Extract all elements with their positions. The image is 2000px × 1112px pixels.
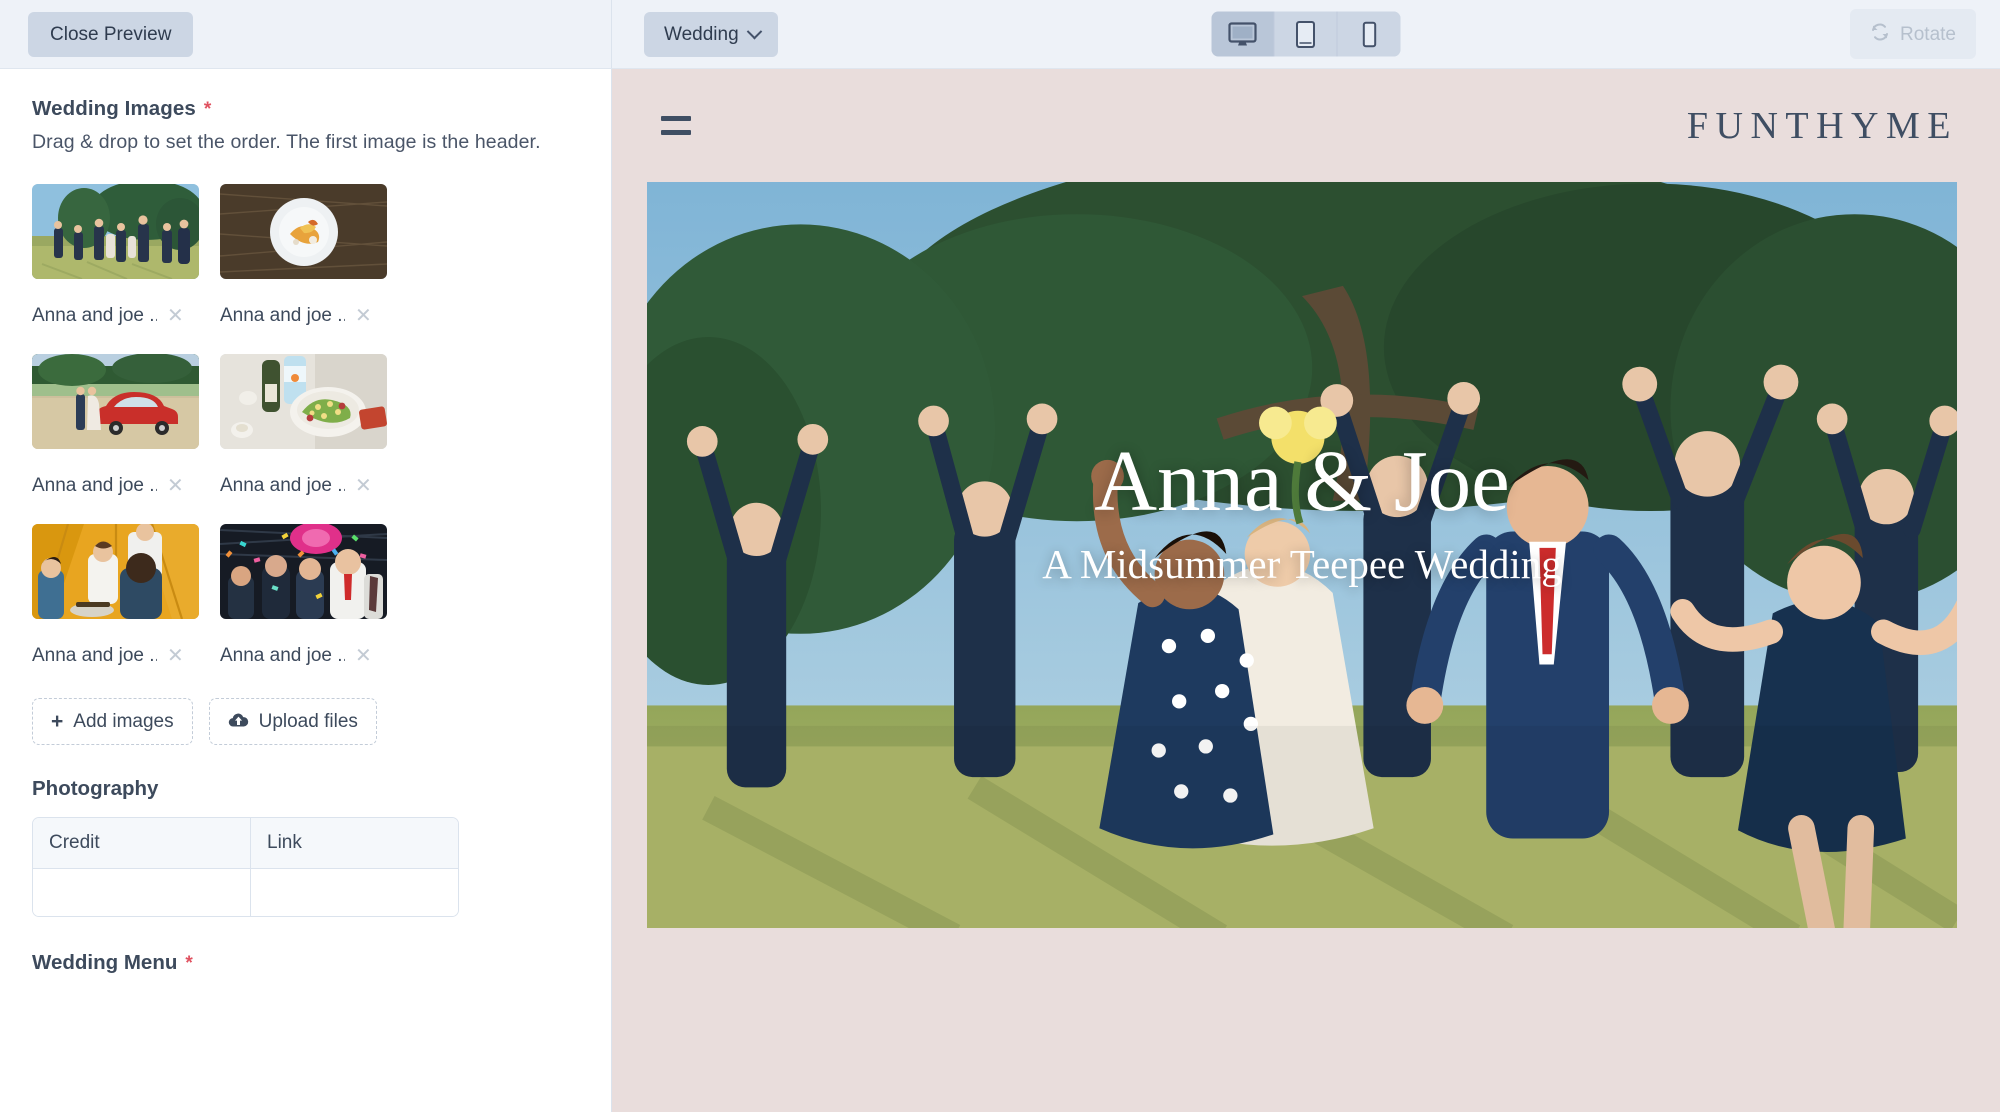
page-selector-label: Wedding	[664, 23, 739, 45]
chevron-down-icon	[746, 23, 762, 39]
image-thumbnail[interactable]	[32, 524, 199, 619]
image-item: Anna and joe ... ✕	[32, 184, 199, 354]
wedding-menu-label-text: Wedding Menu	[32, 951, 178, 974]
upload-files-button[interactable]: Upload files	[208, 698, 377, 745]
plus-icon: +	[51, 710, 64, 733]
remove-image-icon[interactable]: ✕	[167, 646, 184, 666]
cell-credit[interactable]	[33, 869, 251, 916]
thumbnail-art-teepee-dining	[32, 524, 199, 619]
image-caption-row: Anna and joe ... ✕	[220, 305, 387, 327]
image-thumbnail[interactable]	[220, 184, 387, 279]
site-brand-logo[interactable]: FUNTHYME	[1687, 104, 1958, 148]
remove-image-icon[interactable]: ✕	[167, 476, 184, 496]
remove-image-icon[interactable]: ✕	[355, 646, 372, 666]
image-caption-row: Anna and joe ... ✕	[32, 645, 199, 667]
field-label-text: Wedding Images	[32, 97, 196, 120]
table-row	[33, 869, 458, 916]
upload-files-label: Upload files	[258, 711, 358, 732]
rotate-label: Rotate	[1900, 23, 1956, 45]
thumbnail-art-confetti-party	[220, 524, 387, 619]
rotate-icon	[1870, 22, 1890, 46]
thumbnail-art-wedding-party	[32, 184, 199, 279]
photography-table-head: Credit Link	[33, 818, 458, 869]
image-item: Anna and joe ... ✕	[220, 354, 387, 524]
site-preview-pane: FUNTHYME Anna & Joe A Midsummer Teepee W…	[612, 69, 2000, 1112]
column-header-link: Link	[251, 818, 458, 869]
image-thumbnail[interactable]	[220, 524, 387, 619]
wedding-menu-field-label: Wedding Menu *	[32, 951, 579, 975]
image-caption-row: Anna and joe ... ✕	[32, 305, 199, 327]
credit-input[interactable]	[33, 869, 250, 916]
hero-image	[647, 182, 1957, 928]
required-marker: *	[185, 953, 193, 974]
image-thumbnail[interactable]	[32, 354, 199, 449]
required-marker: *	[203, 99, 212, 120]
preview-editor-app: Close Preview Wedding Rotate Wedding Ima…	[0, 0, 2000, 1112]
image-actions-row: + Add images Upload files	[32, 698, 579, 745]
image-name: Anna and joe ...	[32, 475, 157, 496]
image-name: Anna and joe ...	[220, 305, 345, 326]
image-item: Anna and joe ... ✕	[220, 184, 387, 354]
mobile-icon	[1362, 21, 1376, 47]
image-item: Anna and joe ... ✕	[32, 524, 199, 694]
device-button-desktop[interactable]	[1211, 11, 1275, 57]
image-caption-row: Anna and joe ... ✕	[220, 475, 387, 497]
toolbar-left-section: Close Preview	[0, 0, 612, 68]
image-item: Anna and joe ... ✕	[32, 354, 199, 524]
table-header-row: Credit Link	[33, 818, 458, 869]
photography-section-label: Photography	[32, 777, 579, 801]
image-thumbnail[interactable]	[220, 354, 387, 449]
cell-link[interactable]	[251, 869, 458, 916]
photography-table: Credit Link	[32, 817, 459, 917]
site-header: FUNTHYME	[612, 69, 2000, 182]
thumbnail-art-salad-table	[220, 354, 387, 449]
thumbnail-art-couple-red-car	[32, 354, 199, 449]
hamburger-bar	[661, 130, 691, 135]
image-caption-row: Anna and joe ... ✕	[32, 475, 199, 497]
wedding-images-field-label: Wedding Images *	[32, 97, 579, 121]
image-name: Anna and joe ...	[32, 645, 157, 666]
remove-image-icon[interactable]: ✕	[355, 476, 372, 496]
hero-banner[interactable]: Anna & Joe A Midsummer Teepee Wedding	[647, 182, 1957, 928]
remove-image-icon[interactable]: ✕	[167, 306, 184, 326]
image-name: Anna and joe ...	[220, 645, 345, 666]
page-selector-dropdown[interactable]: Wedding	[644, 11, 778, 57]
top-toolbar: Close Preview Wedding Rotate	[0, 0, 2000, 69]
thumbnail-art-plated-food	[220, 184, 387, 279]
main-split: Wedding Images * Drag & drop to set the …	[0, 69, 2000, 1112]
device-size-switcher	[1211, 11, 1401, 57]
device-button-tablet[interactable]	[1274, 11, 1338, 57]
rotate-button[interactable]: Rotate	[1850, 9, 1976, 59]
editor-panel: Wedding Images * Drag & drop to set the …	[0, 69, 612, 1112]
hamburger-bar	[661, 116, 691, 121]
add-images-label: Add images	[73, 711, 174, 732]
wedding-images-grid: Anna and joe ... ✕ Anna and joe ... ✕ An…	[32, 184, 579, 694]
hamburger-menu-icon[interactable]	[657, 112, 695, 139]
wedding-images-help-text: Drag & drop to set the order. The first …	[32, 131, 541, 153]
add-images-button[interactable]: + Add images	[32, 698, 193, 745]
image-caption-row: Anna and joe ... ✕	[220, 645, 387, 667]
column-header-credit: Credit	[33, 818, 251, 869]
image-name: Anna and joe ...	[32, 305, 157, 326]
image-item: Anna and joe ... ✕	[220, 524, 387, 694]
photography-label-text: Photography	[32, 777, 159, 800]
image-name: Anna and joe ...	[220, 475, 345, 496]
tablet-icon	[1296, 20, 1316, 48]
close-preview-button[interactable]: Close Preview	[28, 11, 194, 57]
photography-table-body	[33, 869, 458, 916]
toolbar-right-section: Wedding Rotate	[612, 0, 2000, 68]
link-input[interactable]	[251, 869, 458, 916]
device-button-mobile[interactable]	[1337, 11, 1401, 57]
remove-image-icon[interactable]: ✕	[355, 306, 372, 326]
cloud-upload-icon	[228, 712, 249, 732]
image-thumbnail[interactable]	[32, 184, 199, 279]
desktop-icon	[1228, 21, 1258, 47]
